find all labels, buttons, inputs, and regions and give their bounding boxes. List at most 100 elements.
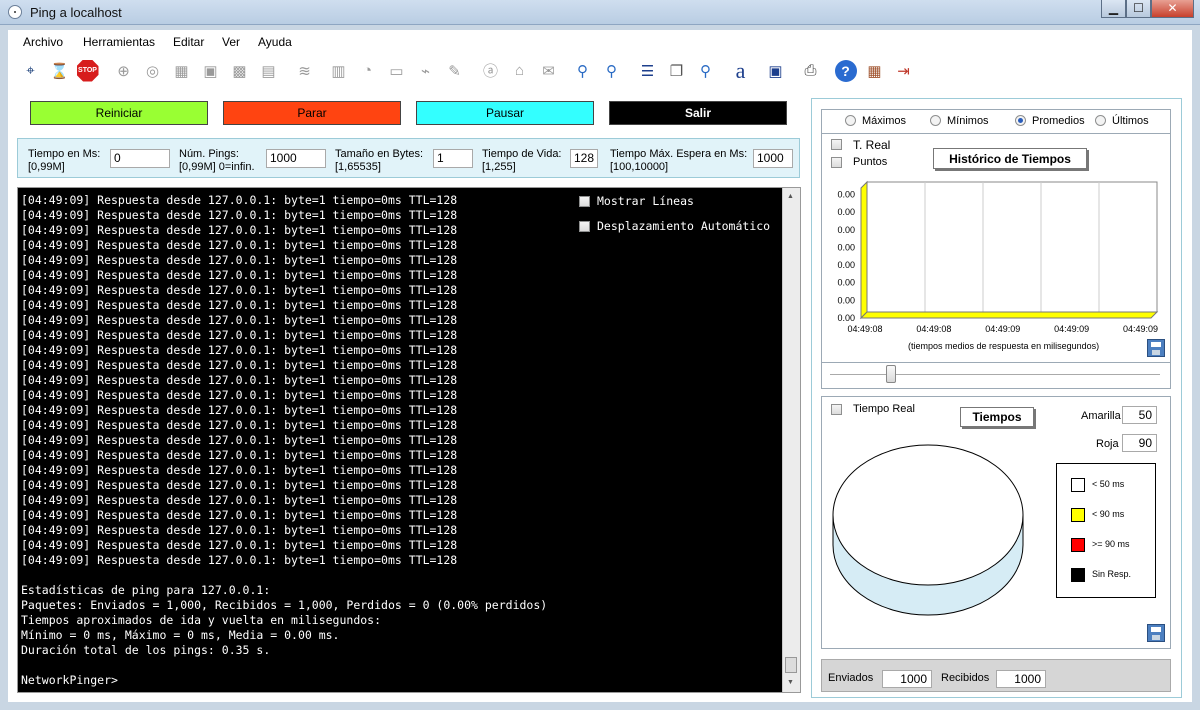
restart-button[interactable]: Reiniciar [30, 101, 208, 125]
save-history-button[interactable] [1147, 339, 1165, 357]
crosshair-icon[interactable]: ⊕ [111, 58, 136, 83]
ttl-label: Tiempo de Vida: [1,255] [482, 148, 562, 173]
console-line: [04:49:09] Respuesta desde 127.0.0.1: by… [21, 373, 458, 387]
history-slider-track[interactable] [830, 374, 1160, 375]
cable-icon[interactable]: ✎ [442, 58, 467, 83]
magnifier-globe-icon[interactable]: ◎ [140, 58, 165, 83]
maximize-button[interactable]: ☐ [1126, 0, 1151, 18]
scroll-up-arrow[interactable]: ▲ [787, 193, 794, 200]
zoom-in-icon[interactable]: ⚲ [570, 58, 595, 83]
console-prompt[interactable]: NetworkPinger> [21, 673, 118, 687]
minimize-button[interactable]: ▁ [1101, 0, 1126, 18]
legend-label: Sin Resp. [1092, 569, 1132, 579]
console-line: [04:49:09] Respuesta desde 127.0.0.1: by… [21, 418, 458, 432]
console-line: [04:49:09] Respuesta desde 127.0.0.1: by… [21, 538, 458, 552]
ttl-input[interactable]: 128 [570, 149, 598, 168]
wall-icon[interactable]: ▦ [862, 58, 887, 83]
help-icon[interactable]: ? [833, 58, 858, 83]
print-icon[interactable]: ⎙ [798, 58, 823, 83]
timeout-label: Tiempo Máx. Espera en Ms: [100,10000] [610, 148, 748, 173]
app-icon [8, 5, 22, 19]
yellow-threshold-input[interactable]: 50 [1122, 406, 1157, 424]
y-tick-label: 0.00 [837, 242, 855, 252]
realtime-checkbox[interactable] [831, 139, 842, 150]
legend-label: < 90 ms [1092, 509, 1125, 519]
radio-minimos[interactable] [930, 115, 941, 126]
console-line: [04:49:09] Respuesta desde 127.0.0.1: by… [21, 433, 458, 447]
console-line: [04:49:09] Respuesta desde 127.0.0.1: by… [21, 328, 458, 342]
console-line: [04:49:09] Respuesta desde 127.0.0.1: by… [21, 448, 458, 462]
console-line: [04:49:09] Respuesta desde 127.0.0.1: by… [21, 403, 458, 417]
server-icon[interactable]: ☰ [635, 58, 660, 83]
bank-icon[interactable]: ⌂ [507, 58, 532, 83]
image-icon[interactable]: ▣ [198, 58, 223, 83]
scroll-thumb[interactable] [785, 657, 797, 673]
console-line: [04:49:09] Respuesta desde 127.0.0.1: by… [21, 493, 458, 507]
menu-ayuda[interactable]: Ayuda [258, 35, 292, 49]
find-icon[interactable]: ⚲ [693, 58, 718, 83]
pings-input[interactable]: 1000 [266, 149, 326, 168]
console-line: [04:49:09] Respuesta desde 127.0.0.1: by… [21, 208, 458, 222]
points-checkbox[interactable] [831, 157, 842, 168]
radio-ultimos[interactable] [1095, 115, 1106, 126]
target-icon[interactable]: ⌖ [18, 58, 43, 83]
legend-swatch [1071, 568, 1085, 582]
grid-icon[interactable]: ▩ [227, 58, 252, 83]
network-icon[interactable]: ▥ [326, 58, 351, 83]
menu-ver[interactable]: Ver [222, 35, 240, 49]
size-input[interactable]: 1 [433, 149, 473, 168]
time-input[interactable]: 0 [110, 149, 170, 168]
menu-herramientas[interactable]: Herramientas [83, 35, 155, 49]
y-tick-label: 0.00 [837, 190, 855, 200]
chart-icon[interactable]: ▤ [256, 58, 281, 83]
console-line: [04:49:09] Respuesta desde 127.0.0.1: by… [21, 193, 458, 207]
copy-icon[interactable]: ❐ [664, 58, 689, 83]
console-stat-line: Mínimo = 0 ms, Máximo = 0 ms, Media = 0.… [21, 628, 340, 642]
stop-icon[interactable]: STOP [75, 58, 100, 83]
font-icon[interactable]: a [728, 58, 753, 83]
save-times-button[interactable] [1147, 624, 1165, 642]
legend-label: < 50 ms [1092, 479, 1125, 489]
y-tick-label: 0.00 [837, 260, 855, 270]
zoom-out-icon[interactable]: ⚲ [599, 58, 624, 83]
history-slider-thumb[interactable] [886, 365, 897, 383]
menu-editar[interactable]: Editar [173, 35, 204, 49]
history-title: Histórico de Tiempos [933, 148, 1087, 169]
console-stat-line: Paquetes: Enviados = 1,000, Recibidos = … [21, 598, 548, 612]
hourglass-icon[interactable]: ⌛ [47, 58, 72, 83]
console-line: [04:49:09] Respuesta desde 127.0.0.1: by… [21, 253, 458, 267]
x-tick-label: 04:49:08 [847, 324, 882, 334]
mail-icon[interactable]: ✉ [536, 58, 561, 83]
monitor-icon[interactable]: ▭ [384, 58, 409, 83]
sent-value: 1000 [882, 670, 932, 688]
radio-maximos[interactable] [845, 115, 856, 126]
pause-button[interactable]: Pausar [416, 101, 594, 125]
times-realtime-checkbox[interactable] [831, 404, 842, 415]
save-icon[interactable]: ▣ [763, 58, 788, 83]
close-button[interactable]: ✕ [1151, 0, 1194, 18]
radio-promedios[interactable] [1015, 115, 1026, 126]
radar-icon[interactable]: ◔ [355, 58, 380, 83]
scroll-down-arrow[interactable]: ▼ [787, 679, 794, 686]
y-tick-label: 0.00 [837, 313, 855, 323]
wave-icon[interactable]: ≋ [292, 58, 317, 83]
menu-archivo[interactable]: Archivo [23, 35, 63, 49]
x-tick-label: 04:49:09 [1054, 324, 1089, 334]
stop-button[interactable]: Parar [223, 101, 401, 125]
exit-icon[interactable]: ⇥ [891, 58, 916, 83]
console-scrollbar[interactable]: ▲ ▼ [782, 188, 800, 692]
console-output[interactable]: [04:49:09] Respuesta desde 127.0.0.1: by… [17, 187, 801, 693]
console-line: [04:49:09] Respuesta desde 127.0.0.1: by… [21, 388, 458, 402]
red-threshold-input[interactable]: 90 [1122, 434, 1157, 452]
timeout-input[interactable]: 1000 [753, 149, 793, 168]
legend-swatch [1071, 478, 1085, 492]
amazon-icon[interactable]: ⓐ [478, 58, 503, 83]
history-caption: (tiempos medios de respuesta en milisegu… [908, 341, 1100, 351]
console-line: [04:49:09] Respuesta desde 127.0.0.1: by… [21, 523, 458, 537]
plug-icon[interactable]: ⌁ [413, 58, 438, 83]
exit-button[interactable]: Salir [609, 101, 787, 125]
console-stat-line: Duración total de los pings: 0.35 s. [21, 643, 271, 657]
console-line: [04:49:09] Respuesta desde 127.0.0.1: by… [21, 343, 458, 357]
chip-icon[interactable]: ▦ [169, 58, 194, 83]
y-tick-label: 0.00 [837, 295, 855, 305]
